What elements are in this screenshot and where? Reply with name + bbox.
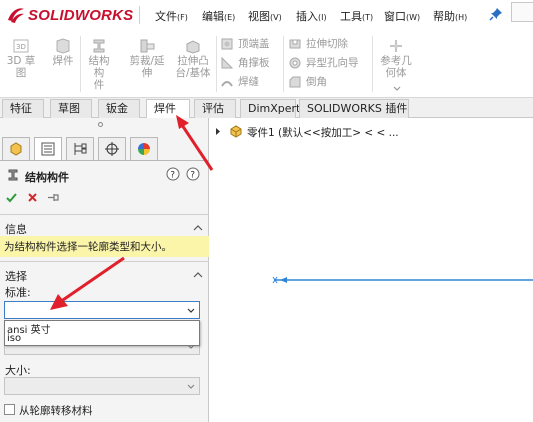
weld-bead-icon [221, 80, 233, 87]
pushpin-icon[interactable] [47, 192, 60, 203]
collapse-chevron-icon[interactable] [193, 271, 203, 279]
chevron-down-icon [187, 384, 195, 389]
standard-combobox[interactable] [4, 301, 200, 319]
weldment-button[interactable]: 焊件 [50, 38, 76, 67]
selection-section-header: 选择 [5, 270, 27, 283]
sketch-line[interactable] [270, 274, 533, 286]
command-separator [216, 36, 217, 92]
color-wheel-icon [138, 143, 150, 155]
structural-member-icon [93, 39, 105, 53]
feature-manager-tab[interactable] [2, 137, 30, 161]
weldment-icon [56, 38, 70, 54]
configuration-icon [74, 143, 87, 155]
reference-geometry-button[interactable]: 参考几 何体 [378, 38, 414, 79]
transfer-material-label: 从轮廓转移材料 [19, 405, 93, 417]
brand-logo: SOLIDWORKS [28, 7, 134, 24]
trim-extend-icon [140, 39, 155, 53]
command-tab-bar: 特征 草图 钣金 焊件 评估 DimXpert SOLIDWORKS 插件 [0, 98, 533, 119]
ds-logo-icon [8, 8, 24, 23]
info-message: 为结构构件选择一轮廓类型和大小。 [0, 236, 209, 257]
display-manager-tab[interactable] [130, 137, 158, 161]
menu-bar: SOLIDWORKS 文件(F) 编辑(E) 视图(V) 插入(I) 工具(T)… [0, 0, 533, 30]
info-section-header: 信息 [5, 223, 27, 236]
tab-evaluate[interactable]: 评估 [194, 99, 236, 118]
hole-wizard-button[interactable]: 异型孔向导 [288, 54, 359, 71]
graphics-area[interactable] [210, 118, 533, 422]
feature-tree-icon [10, 142, 22, 156]
gusset-icon [221, 56, 234, 68]
size-label: 大小: [5, 364, 31, 377]
structural-member-button[interactable]: 结构构件 [84, 38, 114, 91]
help-context-icon[interactable]: ? [166, 167, 180, 181]
menu-insert[interactable]: 插入(I) [296, 8, 327, 24]
ok-check-icon[interactable] [5, 191, 18, 204]
standard-label: 标准: [5, 286, 31, 299]
menu-edit[interactable]: 编辑(E) [202, 8, 235, 24]
standard-dropdown-list: ansi 英寸 iso [4, 320, 200, 346]
command-separator [372, 36, 373, 92]
window-control-button[interactable] [511, 2, 533, 22]
section-divider [0, 261, 209, 262]
tab-solidworks-addins[interactable]: SOLIDWORKS 插件 [299, 99, 409, 118]
extruded-cut-button[interactable]: 拉伸切除 [288, 35, 348, 52]
expand-arrow-icon[interactable] [215, 128, 221, 135]
chamfer-icon [289, 76, 301, 87]
end-cap-icon [221, 38, 233, 49]
property-manager-title: 结构构件 [25, 171, 69, 184]
property-manager-panel: 结构构件 ? ? 信息 为结构构件选择一轮廓类型和大小。 选择 标准: 大小: … [0, 118, 209, 422]
svg-text:?: ? [170, 171, 175, 181]
reference-geometry-icon [390, 40, 402, 52]
cancel-x-icon[interactable] [27, 192, 38, 203]
pin-icon[interactable] [489, 7, 503, 21]
section-divider [0, 214, 209, 215]
trim-extend-button[interactable]: 剪裁/延伸 [126, 38, 168, 79]
menu-view[interactable]: 视图(V) [248, 8, 282, 24]
tab-weldments[interactable]: 焊件 [146, 99, 190, 119]
structural-member-icon [8, 169, 18, 181]
tab-dimxpert[interactable]: DimXpert [240, 99, 300, 118]
menu-window[interactable]: 窗口(W) [384, 8, 420, 24]
sketch-3d-button[interactable]: 3D 3D 草图 [4, 38, 38, 79]
collapse-chevron-icon[interactable] [193, 224, 203, 232]
part-icon [230, 125, 242, 138]
svg-text:?: ? [190, 171, 195, 181]
tab-underline [0, 160, 209, 161]
chevron-down-icon[interactable] [393, 86, 401, 92]
tab-sketch[interactable]: 草图 [50, 99, 92, 118]
chamfer-button[interactable]: 倒角 [288, 73, 327, 90]
configuration-manager-tab[interactable] [66, 137, 94, 161]
menu-separator [139, 6, 140, 24]
tab-features[interactable]: 特征 [2, 99, 44, 118]
menu-file[interactable]: 文件(F) [155, 8, 188, 24]
end-cap-button[interactable]: 顶端盖 [220, 35, 270, 52]
command-manager: 3D 3D 草图 焊件 结构构件 剪裁/延伸 拉伸凸 台/基体 顶端盖 角撑板 … [0, 30, 533, 98]
menu-help[interactable]: 帮助(H) [433, 8, 467, 24]
dimxpert-manager-tab[interactable] [98, 137, 126, 161]
weld-bead-button[interactable]: 焊缝 [220, 73, 259, 90]
hole-wizard-icon [289, 57, 301, 68]
dropdown-option-iso[interactable]: iso [7, 333, 21, 344]
size-combobox[interactable] [4, 377, 200, 395]
menu-tools[interactable]: 工具(T) [340, 8, 373, 24]
panel-collapse-handle[interactable] [98, 122, 103, 127]
property-manager-tab[interactable] [34, 137, 62, 161]
property-list-icon [41, 142, 55, 156]
sketch-3d-icon: 3D [13, 39, 29, 53]
extruded-cut-icon [289, 39, 301, 48]
command-separator [283, 36, 284, 92]
part-tree-label[interactable]: 零件1 (默认<<按加工> < < ... [247, 125, 399, 140]
help-icon[interactable]: ? [186, 167, 200, 181]
chevron-down-icon [187, 308, 195, 313]
crosshair-icon [105, 142, 119, 156]
transfer-material-checkbox[interactable] [4, 404, 15, 415]
extruded-boss-button[interactable]: 拉伸凸 台/基体 [172, 38, 214, 79]
tab-sheet-metal[interactable]: 钣金 [98, 99, 140, 118]
gusset-button[interactable]: 角撑板 [220, 54, 270, 71]
svg-text:3D: 3D [16, 43, 26, 51]
command-separator [80, 36, 81, 92]
extruded-boss-icon [186, 40, 200, 54]
